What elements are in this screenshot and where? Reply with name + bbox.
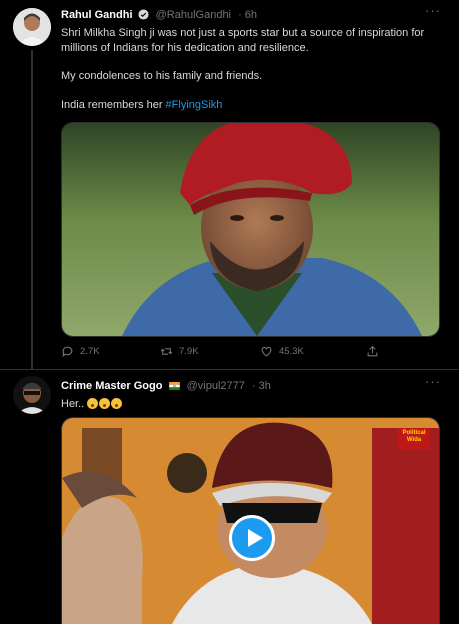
more-options-icon[interactable]: ···	[425, 374, 441, 389]
tweet-text-prefix: India remembers her	[61, 99, 166, 111]
verified-icon	[138, 9, 149, 20]
tweet-text: My condolences to his family and friends…	[61, 70, 263, 82]
more-options-icon[interactable]: ···	[425, 3, 441, 18]
like-count: 45.3K	[279, 346, 304, 357]
tweet-time[interactable]: · 6h	[238, 9, 257, 21]
like-button[interactable]: 45.3K	[260, 345, 304, 358]
tweet-actions: 2.7K 7.9K 45.3K	[61, 345, 421, 361]
author-handle[interactable]: @vipul2777	[187, 380, 245, 392]
retweet-icon	[160, 348, 173, 355]
flushed-face-icon	[87, 398, 99, 409]
heart-icon	[261, 346, 272, 357]
tweet-text-body: Her..	[61, 398, 88, 410]
tweet-video[interactable]: Political Wida	[61, 417, 440, 624]
retweet-button[interactable]: 7.9K	[160, 345, 199, 358]
channel-watermark: Political Wida	[398, 428, 430, 450]
share-button[interactable]	[366, 345, 379, 358]
hashtag-link[interactable]: #FlyingSikh	[166, 99, 223, 111]
avatar[interactable]	[13, 8, 51, 46]
avatar[interactable]	[13, 376, 51, 414]
tweet-time[interactable]: · 3h	[252, 380, 271, 392]
share-icon	[367, 345, 378, 357]
india-flag-icon	[168, 382, 180, 390]
retweet-count: 7.9K	[179, 346, 199, 357]
tweet-header: Crime Master Gogo @vipul2777 · 3h	[61, 380, 271, 392]
author-handle[interactable]: @RahulGandhi	[156, 9, 231, 21]
tweet-text: Her..	[61, 397, 441, 412]
reply-count: 2.7K	[80, 346, 100, 357]
tweet-photo[interactable]	[61, 122, 440, 337]
tweet-text: India remembers her #FlyingSikh	[61, 98, 441, 113]
tweet-crime-master-gogo[interactable]: Crime Master Gogo @vipul2777 · 3h ··· He…	[0, 369, 459, 624]
tweet-rahul-gandhi[interactable]: Rahul Gandhi @RahulGandhi · 6h ··· Shri …	[0, 0, 459, 369]
flushed-face-icon	[99, 398, 111, 409]
author-name[interactable]: Rahul Gandhi	[61, 9, 133, 21]
play-button[interactable]	[229, 515, 275, 561]
reply-icon	[62, 346, 73, 358]
tweet-header: Rahul Gandhi @RahulGandhi · 6h	[61, 9, 257, 21]
tweet-text: Shri Milkha Singh ji was not just a spor…	[61, 27, 425, 54]
thread-line	[31, 50, 33, 369]
flushed-face-icon	[111, 398, 123, 409]
author-name[interactable]: Crime Master Gogo	[61, 380, 162, 392]
reply-button[interactable]: 2.7K	[61, 345, 100, 358]
